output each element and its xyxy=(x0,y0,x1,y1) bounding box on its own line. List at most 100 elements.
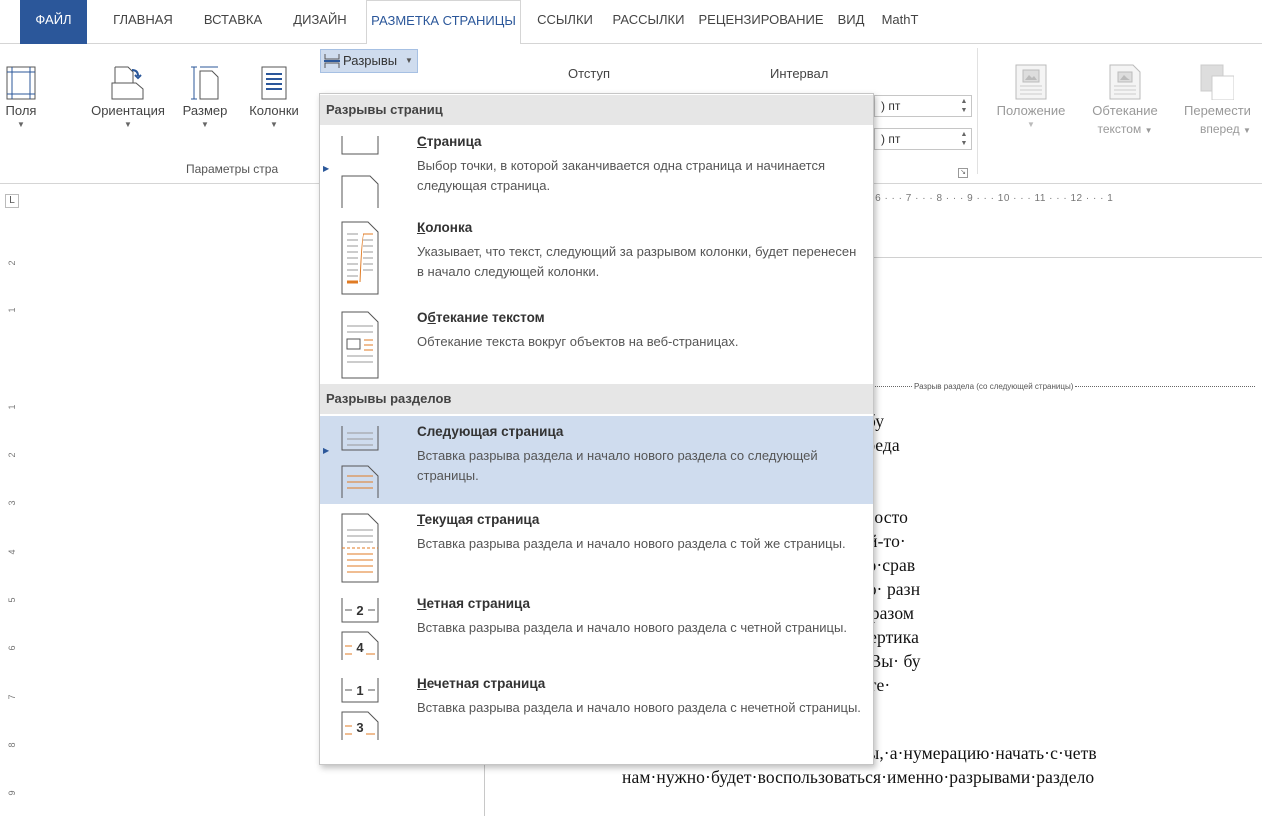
menu-item-title: Четная страница xyxy=(417,596,530,611)
tab-view[interactable]: ВИД xyxy=(832,0,870,44)
page-break-icon xyxy=(341,136,379,208)
position-button[interactable]: Положение ▼ xyxy=(986,56,1076,130)
wrap-text-button[interactable]: Обтекание текстом ▼ xyxy=(1080,56,1170,140)
tab-mailings[interactable]: РАССЫЛКИ xyxy=(606,0,691,44)
tab-file[interactable]: ФАЙЛ xyxy=(20,0,87,44)
page-boundary xyxy=(857,257,1262,258)
title-text: етная страница xyxy=(426,596,531,611)
menu-item-description: Обтекание текста вокруг объектов на веб-… xyxy=(417,334,739,349)
ruler-tick: 4 xyxy=(7,549,17,555)
title-text: Сле xyxy=(417,424,443,439)
tab-mathtype[interactable]: MathT xyxy=(876,0,924,44)
margins-label: Поля xyxy=(5,103,37,118)
odd-page-section-break-icon: 1 3 xyxy=(341,678,379,740)
svg-text:4: 4 xyxy=(356,640,364,655)
bring-forward-label-2: вперед xyxy=(1200,122,1240,136)
ruler-tick: 6 xyxy=(7,645,17,651)
bring-forward-button[interactable]: Перемести вперед ▼ xyxy=(1172,56,1262,140)
menu-item-title: Нечетная страница xyxy=(417,676,545,691)
breaks-button[interactable]: Разрывы ▼ xyxy=(320,49,418,73)
wrap-text-label-1: Обтекание xyxy=(1092,103,1158,118)
ruler-tick: 2 xyxy=(7,452,17,458)
svg-text:2: 2 xyxy=(356,603,363,618)
title-text: траница xyxy=(426,134,482,149)
position-icon xyxy=(1015,64,1047,100)
menu-item-text-wrapping-break[interactable]: Обтекание текстом Обтекание текста вокру… xyxy=(320,302,873,384)
title-text: ечетная страница xyxy=(426,676,546,691)
title-text: олонка xyxy=(425,220,473,235)
wrap-text-label-2: текстом xyxy=(1097,122,1142,136)
title-text: текание текстом xyxy=(435,310,545,325)
ruler-tick: 1 xyxy=(7,307,17,313)
section-breaks-header: Разрывы разделов xyxy=(320,384,873,414)
chevron-down-icon: ▼ xyxy=(270,120,278,129)
tab-design[interactable]: ДИЗАЙН xyxy=(283,0,357,44)
breaks-label: Разрывы xyxy=(343,53,398,68)
menu-item-description: Вставка разрыва раздела и начало нового … xyxy=(417,536,846,551)
spin-arrows-icon[interactable]: ▲ ▼ xyxy=(959,97,969,115)
even-page-section-break-icon: 2 4 xyxy=(341,598,379,660)
wrap-text-icon xyxy=(1109,64,1141,100)
pointer-icon: ▶ xyxy=(323,164,330,173)
tab-references[interactable]: ССЫЛКИ xyxy=(530,0,600,44)
menu-item-continuous-section-break[interactable]: Текущая страница Вставка разрыва раздела… xyxy=(320,504,873,588)
columns-button[interactable]: Колонки ▼ xyxy=(232,58,316,130)
wrap-text-label-2-row: текстом ▼ xyxy=(1080,120,1170,140)
title-text: екущая страница xyxy=(424,512,540,527)
ruler-tick: 5 xyxy=(7,597,17,603)
bring-forward-label-2-row: вперед ▼ xyxy=(1172,120,1262,140)
spin-arrows-icon[interactable]: ▲ ▼ xyxy=(959,130,969,148)
accelerator-letter: Н xyxy=(417,676,427,691)
size-label: Размер xyxy=(182,103,228,118)
tab-review[interactable]: РЕЦЕНЗИРОВАНИЕ xyxy=(695,0,827,44)
breaks-dropdown-menu: Разрывы страниц ▶ Страница Выбор точки, … xyxy=(319,93,874,765)
tab-insert[interactable]: ВСТАВКА xyxy=(192,0,274,44)
menu-item-description: Вставка разрыва раздела и начало нового … xyxy=(417,448,818,483)
menu-item-description: Выбор точки, в которой заканчивается одн… xyxy=(417,158,826,193)
accelerator-letter: Т xyxy=(417,512,425,527)
size-button[interactable]: Размер ▼ xyxy=(178,58,232,130)
accelerator-letter: Ч xyxy=(417,596,427,611)
bring-forward-label-1: Перемести xyxy=(1184,103,1251,118)
menu-item-title: Текущая страница xyxy=(417,512,539,527)
ruler-ticks: · 6 · · · 7 · · · 8 · · · 9 · · · 10 · ·… xyxy=(868,193,1114,204)
tab-page-layout[interactable]: РАЗМЕТКА СТРАНИЦЫ xyxy=(366,0,521,45)
menu-item-title: Следующая страница xyxy=(417,424,563,439)
columns-icon xyxy=(261,66,287,100)
chevron-down-icon: ▼ xyxy=(201,120,209,129)
tab-stop-selector[interactable]: L xyxy=(5,194,19,208)
menu-item-odd-page-section-break[interactable]: 1 3 Нечетная страница Вставка разрыва ра… xyxy=(320,668,873,752)
columns-label: Колонки xyxy=(249,103,299,118)
chevron-down-icon: ▼ xyxy=(1242,126,1251,135)
breaks-icon xyxy=(324,54,340,68)
doc-line: нам·нужно·будет·воспользоваться·именно·р… xyxy=(622,767,1095,787)
orientation-label: Ориентация xyxy=(91,103,165,118)
margins-button[interactable]: Поля ▼ xyxy=(0,58,42,130)
dialog-launcher-icon[interactable]: ↘ xyxy=(958,168,968,178)
spacing-before-value: ) пт xyxy=(881,99,901,113)
ruler-tick: 8 xyxy=(7,742,17,748)
menu-item-description: Вставка разрыва раздела и начало нового … xyxy=(417,620,847,635)
menu-item-page-break[interactable]: ▶ Страница Выбор точки, в которой заканч… xyxy=(320,126,873,212)
chevron-down-icon: ▼ xyxy=(1027,120,1035,129)
svg-text:3: 3 xyxy=(356,720,363,735)
menu-item-title: Обтекание текстом xyxy=(417,310,545,325)
menu-item-description: Указывает, что текст, следующий за разры… xyxy=(417,244,857,279)
menu-item-title: Страница xyxy=(417,134,482,149)
section-break-marker: Разрыв раздела (со следующей страницы) xyxy=(857,382,1262,394)
menu-item-description: Вставка разрыва раздела и начало нового … xyxy=(417,700,861,715)
continuous-section-break-icon xyxy=(341,513,379,583)
menu-item-column-break[interactable]: Колонка Указывает, что текст, следующий … xyxy=(320,212,873,302)
spacing-before-field[interactable]: ) пт ▲ ▼ xyxy=(874,95,972,117)
spacing-after-field[interactable]: ) пт ▲ ▼ xyxy=(874,128,972,150)
accelerator-letter: К xyxy=(417,220,426,235)
orientation-button[interactable]: Ориентация ▼ xyxy=(80,58,176,130)
menu-item-even-page-section-break[interactable]: 2 4 Четная страница Вставка разрыва разд… xyxy=(320,588,873,668)
chevron-down-icon: ▼ xyxy=(405,56,413,65)
vertical-ruler[interactable]: 2 1 1 2 3 4 5 6 7 8 9 xyxy=(0,210,22,816)
ruler-tick: 7 xyxy=(7,694,17,700)
svg-text:1: 1 xyxy=(356,683,363,698)
menu-item-next-page-section-break[interactable]: ▶ Следующая страница Вставка разрыва раз… xyxy=(320,416,873,504)
chevron-down-icon: ▼ xyxy=(17,120,25,129)
tab-home[interactable]: ГЛАВНАЯ xyxy=(103,0,183,44)
